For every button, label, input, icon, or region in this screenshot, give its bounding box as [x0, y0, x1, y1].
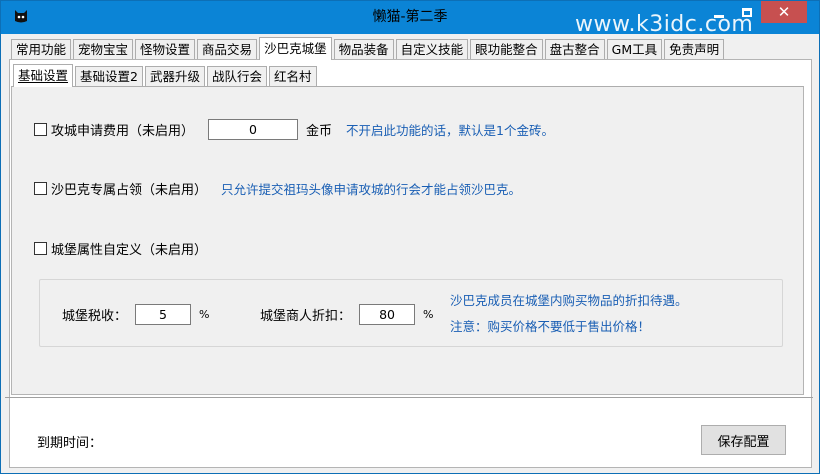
footer-divider [5, 397, 813, 398]
minimize-icon [714, 14, 724, 18]
expire-label: 到期时间： [37, 436, 103, 451]
discount-input[interactable] [359, 304, 416, 325]
maximize-icon [742, 7, 752, 17]
custom-attr-label: 城堡属性自定义（未启用） [51, 243, 208, 258]
tab-basic-settings-2[interactable]: 基础设置2 [75, 66, 143, 86]
tab-trade[interactable]: 商品交易 [197, 39, 258, 59]
siege-fee-checkbox[interactable] [34, 123, 47, 136]
price-warning-hint: 注意：购买价格不要低于售出价格！ [450, 319, 651, 334]
discount-row: 城堡商人折扣： % [260, 304, 433, 325]
save-config-button[interactable]: 保存配置 [701, 425, 786, 455]
tab-red-name-village[interactable]: 红名村 [269, 66, 317, 86]
client-area: 常用功能 宠物宝宝 怪物设置 商品交易 沙巴克城堡 物品装备 自定义技能 眼功能… [5, 34, 815, 471]
app-window: 懒猫-第二季 www.k3idc.com ✕ 常用功能 宠物宝宝 怪物设置 商品… [0, 0, 820, 474]
tax-input[interactable] [135, 304, 192, 325]
close-icon: ✕ [777, 2, 791, 21]
tab-eye-functions[interactable]: 眼功能整合 [470, 39, 543, 59]
discount-label: 城堡商人折扣： [260, 309, 352, 324]
maximize-button[interactable] [733, 1, 761, 23]
siege-fee-row: 攻城申请费用（未启用） 金币 不开启此功能的话，默认是1个金砖。 [34, 119, 554, 140]
title-bar[interactable]: 懒猫-第二季 www.k3idc.com ✕ [1, 1, 819, 37]
siege-fee-unit: 金币 [306, 124, 333, 139]
siege-fee-label: 攻城申请费用（未启用） [51, 124, 195, 139]
tax-group: 城堡税收： % 城堡商人折扣： % 沙巴克成员在城堡内购买物品的折扣待遇。 注意… [39, 279, 783, 347]
tab-sabak-castle[interactable]: 沙巴克城堡 [259, 37, 332, 60]
tax-label: 城堡税收： [62, 309, 128, 324]
tab-common[interactable]: 常用功能 [11, 39, 72, 59]
sub-tab-panel: 攻城申请费用（未启用） 金币 不开启此功能的话，默认是1个金砖。 沙巴克专属占领… [11, 86, 804, 395]
discount-hint: 沙巴克成员在城堡内购买物品的折扣待遇。 [450, 293, 688, 308]
tab-pangu[interactable]: 盘古整合 [544, 39, 605, 59]
siege-fee-hint: 不开启此功能的话，默认是1个金砖。 [346, 123, 554, 138]
minimize-button[interactable] [705, 1, 733, 23]
exclusive-row: 沙巴克专属占领（未启用） 只允许提交祖玛头像申请攻城的行会才能占领沙巴克。 [34, 179, 521, 198]
close-button[interactable]: ✕ [761, 1, 807, 23]
sub-tab-bar: 基础设置 基础设置2 武器升级 战队行会 红名村 [13, 64, 319, 87]
tab-custom-skills[interactable]: 自定义技能 [395, 39, 469, 59]
tab-items[interactable]: 物品装备 [333, 39, 394, 59]
custom-attr-row: 城堡属性自定义（未启用） [34, 239, 207, 258]
tab-weapon-upgrade[interactable]: 武器升级 [144, 66, 205, 86]
tab-guild[interactable]: 战队行会 [206, 66, 267, 86]
exclusive-checkbox[interactable] [34, 182, 47, 195]
discount-unit: % [423, 308, 434, 321]
tab-basic-settings[interactable]: 基础设置 [13, 64, 74, 87]
exclusive-label: 沙巴克专属占领（未启用） [51, 183, 208, 198]
tab-pets[interactable]: 宠物宝宝 [73, 39, 134, 59]
tax-row: 城堡税收： % [62, 304, 209, 325]
tab-monsters[interactable]: 怪物设置 [135, 39, 196, 59]
custom-attr-checkbox[interactable] [34, 242, 47, 255]
siege-fee-input[interactable] [208, 119, 299, 140]
exclusive-hint: 只允许提交祖玛头像申请攻城的行会才能占领沙巴克。 [221, 182, 522, 197]
top-tab-bar: 常用功能 宠物宝宝 怪物设置 商品交易 沙巴克城堡 物品装备 自定义技能 眼功能… [11, 37, 726, 60]
tab-disclaimer[interactable]: 免责声明 [664, 39, 725, 59]
tab-gm-tools[interactable]: GM工具 [606, 39, 663, 59]
tax-unit: % [199, 308, 210, 321]
